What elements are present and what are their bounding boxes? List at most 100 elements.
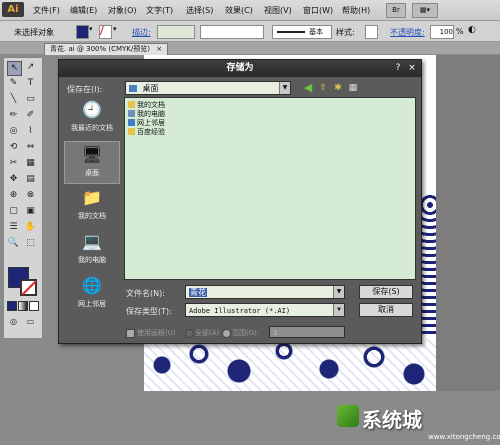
variable-width-input[interactable]: [200, 25, 264, 39]
stroke-dropdown-icon[interactable]: ▾: [113, 25, 117, 33]
menu-view[interactable]: 视图(V): [264, 5, 292, 16]
menu-effect[interactable]: 效果(C): [225, 5, 253, 16]
view-menu-icon[interactable]: ▦: [347, 82, 359, 94]
graphic-style-swatch[interactable]: [365, 25, 378, 39]
free-transform-tool-icon[interactable]: ▦: [24, 157, 37, 170]
place-computer[interactable]: 💻 我的电脑: [64, 229, 120, 272]
filename-label: 文件名(N):: [126, 289, 165, 298]
place-recent[interactable]: 🕘 我最近的文档: [64, 97, 120, 140]
fill-swatch[interactable]: [76, 25, 89, 39]
place-desktop[interactable]: 🖥 桌面: [64, 141, 120, 184]
save-in-combo[interactable]: 桌面 ▼: [125, 81, 291, 95]
folder-icon: [128, 128, 135, 135]
pencil-tool-icon[interactable]: ✏: [7, 109, 20, 122]
help-button[interactable]: ?: [392, 62, 404, 74]
chevron-down-icon[interactable]: ▼: [333, 304, 344, 316]
tools-panel: ↖ ↗ ✎ T ╲ ▭ ✏ ✐ ◎ ⌇ ⟲ ⇔ ✂ ▦ ✥ ▤ ⊕ ⊗ ▢ ▣ …: [3, 57, 43, 339]
selection-status: 未选择对象: [14, 28, 54, 37]
file-name: 网上邻居: [137, 119, 165, 127]
magic-wand-tool-icon[interactable]: ✎: [7, 77, 20, 90]
rectangle-tool-icon[interactable]: ▭: [24, 93, 37, 106]
symbol-sprayer-tool-icon[interactable]: ☰: [7, 221, 20, 234]
brush-definition[interactable]: 基本: [272, 25, 332, 39]
line-tool-icon[interactable]: ╲: [7, 93, 20, 106]
draw-normal-icon[interactable]: ◎: [7, 315, 20, 328]
place-documents[interactable]: 📁 我的文档: [64, 185, 120, 228]
menu-bar: Ai 文件(F) 编辑(E) 对象(O) 文字(T) 选择(S) 效果(C) 视…: [0, 0, 500, 21]
place-network[interactable]: 🌐 网上邻居: [64, 273, 120, 316]
save-button[interactable]: 保存(S): [359, 285, 413, 299]
chevron-down-icon[interactable]: ▼: [279, 82, 290, 94]
dialog-title: 存储为: [59, 60, 421, 77]
fill-dropdown-icon[interactable]: ▾: [89, 25, 93, 33]
stroke-swatch[interactable]: ∕: [99, 24, 112, 39]
menu-help[interactable]: 帮助(H): [342, 5, 370, 16]
menu-object[interactable]: 对象(O): [108, 5, 137, 16]
list-item[interactable]: 我的电脑: [128, 110, 165, 119]
list-item[interactable]: 百度经验: [128, 128, 165, 137]
hand-tool-icon[interactable]: 🔍: [7, 237, 20, 250]
document-tab[interactable]: 青花. ai @ 300% (CMYK/预览) ×: [44, 43, 169, 55]
gradient-tool-icon[interactable]: ⊗: [24, 189, 37, 202]
close-button[interactable]: ×: [406, 62, 418, 74]
back-icon[interactable]: ◀: [302, 82, 314, 94]
all-label: 全部(A): [195, 329, 220, 337]
range-radio[interactable]: [222, 329, 231, 338]
blend-tool-icon[interactable]: ▣: [24, 205, 37, 218]
menu-file[interactable]: 文件(F): [33, 5, 60, 16]
document-tab-bar: 青花. ai @ 300% (CMYK/预览) ×: [0, 42, 500, 55]
direct-selection-tool-icon[interactable]: ↗: [24, 61, 37, 74]
menu-type[interactable]: 文字(T): [146, 5, 173, 16]
file-list[interactable]: 我的文档 我的电脑 网上邻居 百度经验: [124, 97, 416, 280]
zoom-tool-icon[interactable]: ⬚: [24, 237, 37, 250]
opacity-value: 100: [439, 28, 453, 36]
filetype-label: 保存类型(T):: [126, 307, 172, 316]
perspective-grid-tool-icon[interactable]: ▤: [24, 173, 37, 186]
save-in-value: 桌面: [142, 84, 159, 93]
shape-builder-tool-icon[interactable]: ✥: [7, 173, 20, 186]
paintbrush-tool-icon[interactable]: ✐: [24, 109, 37, 122]
up-folder-icon[interactable]: ⇧: [317, 82, 329, 94]
menu-edit[interactable]: 编辑(E): [70, 5, 97, 16]
network-small-icon: [128, 119, 135, 126]
list-item[interactable]: 网上邻居: [128, 119, 165, 128]
arrange-documents-button[interactable]: ▦▾: [412, 3, 438, 18]
screen-mode-icon[interactable]: ▭: [24, 315, 37, 328]
type-tool-icon[interactable]: T: [24, 77, 37, 90]
place-label: 网上邻居: [78, 300, 106, 308]
filetype-select[interactable]: Adobe Illustrator (*.AI) ▼: [185, 303, 345, 317]
scissors-tool-icon[interactable]: ✂: [7, 157, 20, 170]
selection-tool-icon[interactable]: ↖: [7, 61, 22, 76]
tab-close-icon[interactable]: ×: [156, 45, 162, 53]
scale-tool-icon[interactable]: ⇔: [24, 141, 37, 154]
save-as-dialog: 存储为 ? × 保存在(I): 桌面 ▼ ◀ ⇧ ✱ ▦ 🕘 我最近的文档 🖥 …: [58, 59, 422, 344]
recolor-icon[interactable]: ◐: [468, 25, 476, 35]
opacity-label[interactable]: 不透明度:: [390, 27, 425, 38]
none-mode-icon[interactable]: [29, 301, 39, 311]
column-graph-tool-icon[interactable]: ✋: [24, 221, 37, 234]
all-radio[interactable]: [185, 329, 194, 338]
eyedropper-tool-icon[interactable]: ▢: [7, 205, 20, 218]
blob-brush-tool-icon[interactable]: ◎: [7, 125, 20, 138]
cancel-button[interactable]: 取消: [359, 303, 413, 317]
use-artboards-checkbox[interactable]: [126, 329, 135, 338]
new-folder-icon[interactable]: ✱: [332, 82, 344, 94]
stroke-weight-input[interactable]: [157, 25, 195, 39]
line-style-label: 基本: [309, 28, 323, 36]
mesh-tool-icon[interactable]: ⊕: [7, 189, 20, 202]
stroke-color-icon[interactable]: [20, 279, 37, 296]
menu-select[interactable]: 选择(S): [186, 5, 213, 16]
opacity-input[interactable]: 100: [430, 25, 454, 39]
rotate-tool-icon[interactable]: ⟲: [7, 141, 20, 154]
chevron-down-icon[interactable]: ▼: [333, 286, 344, 298]
list-item[interactable]: 我的文档: [128, 101, 165, 110]
menu-window[interactable]: 窗口(W): [303, 5, 333, 16]
color-mode-icon[interactable]: [7, 301, 17, 311]
filename-input[interactable]: 青花 ▼: [185, 285, 345, 299]
eraser-tool-icon[interactable]: ⌇: [24, 125, 37, 138]
range-input[interactable]: 1: [269, 326, 345, 338]
bridge-button[interactable]: Br: [386, 3, 406, 18]
gradient-mode-icon[interactable]: [18, 301, 28, 311]
stroke-label[interactable]: 描边:: [132, 27, 151, 38]
file-name: 百度经验: [137, 128, 165, 136]
